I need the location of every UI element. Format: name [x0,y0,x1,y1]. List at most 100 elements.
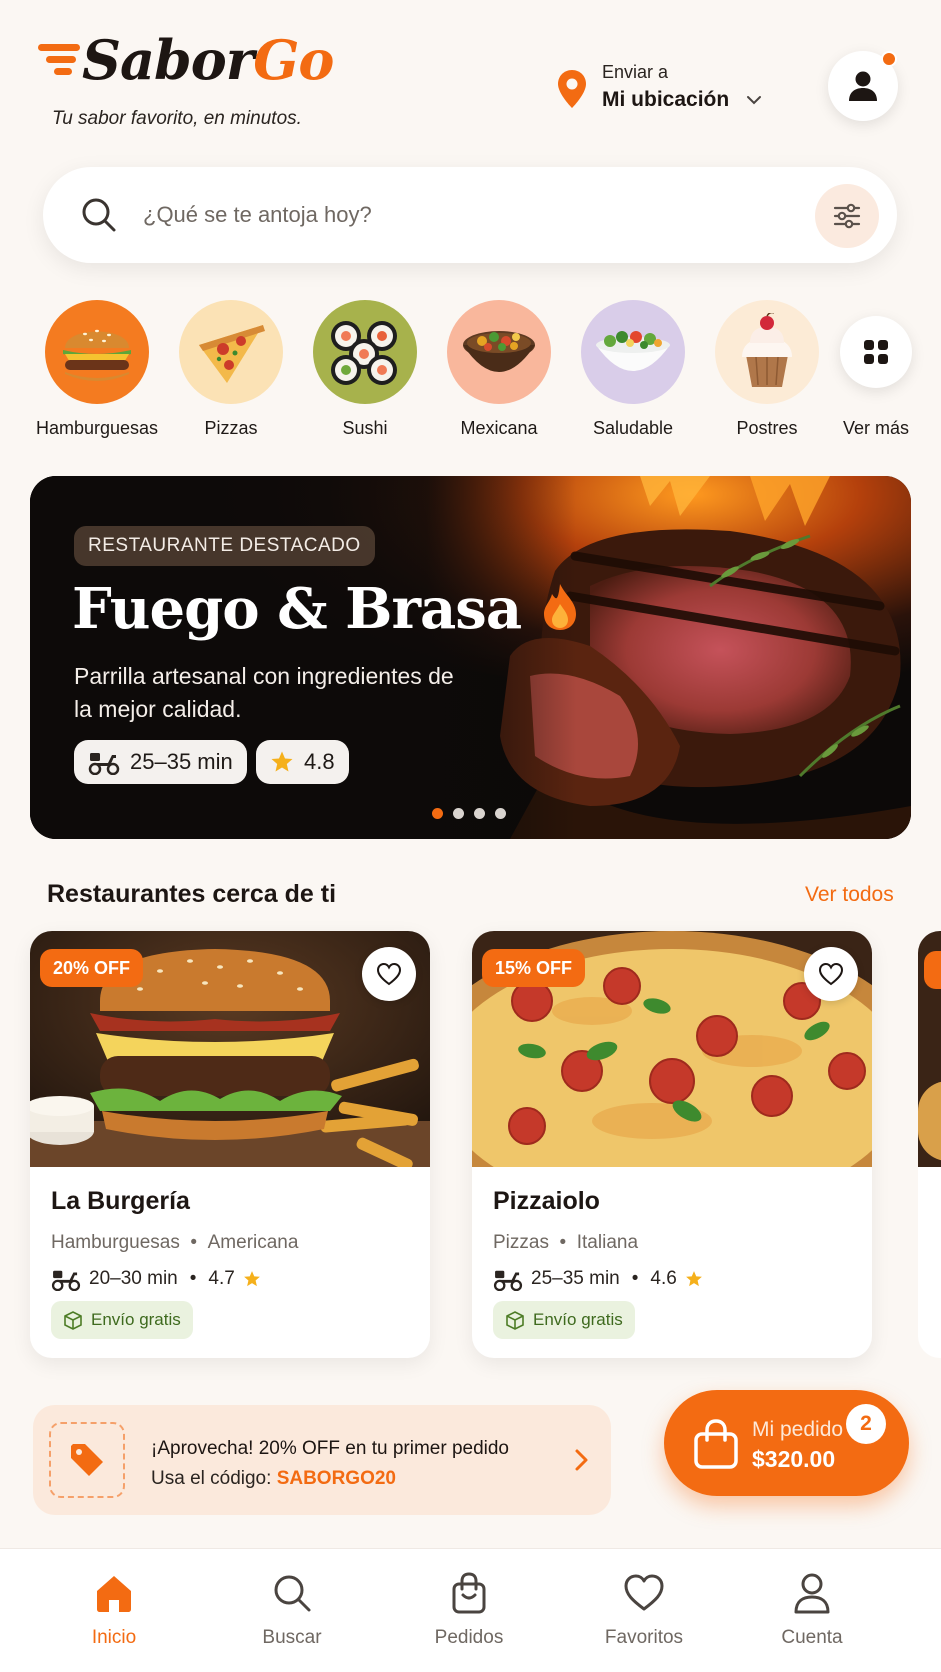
box-icon [64,1311,82,1330]
carousel-dots [432,808,506,819]
restaurant-name: La Burgería [51,1187,190,1215]
nav-buscar[interactable]: Buscar [222,1571,362,1657]
bottom-navigation: Inicio Buscar Pedidos Favoritos Cuenta [0,1548,941,1672]
category-mexicana[interactable]: Mexicana [433,300,565,445]
promo-banner[interactable]: ¡Aprovecha! 20% OFF en tu primer pedido … [33,1405,611,1515]
search-bar [43,167,897,263]
logo-speed-lines-icon [38,44,86,78]
category-label: Pizzas [204,418,258,438]
category-pizzas[interactable]: Pizzas [165,300,297,445]
promo-title: ¡Aprovecha! 20% OFF en tu primer pedido [151,1438,510,1459]
carousel-dot[interactable] [453,808,464,819]
free-delivery-badge: Envío gratis [51,1301,193,1339]
nav-favoritos[interactable]: Favoritos [574,1571,714,1657]
location-label: Enviar a [602,62,669,82]
heart-icon [624,1574,664,1611]
logo: SaborGo [38,28,338,105]
home-icon [97,1576,131,1612]
box-icon [506,1311,524,1330]
search-input[interactable] [143,195,743,235]
delivery-time: 20–30 min [89,1268,178,1289]
hero-subtitle: Parrilla artesanal con ingredientes de l… [74,663,454,722]
star-icon [243,1271,260,1287]
carousel-dot[interactable] [474,808,485,819]
category-ver-mas[interactable]: Ver más [816,300,936,445]
carousel-dot[interactable] [432,808,443,819]
nav-label: Buscar [262,1627,322,1648]
location-value: Mi ubicación [602,88,730,111]
restaurant-meta: 20–30 min • 4.7 [51,1267,261,1291]
category-hamburguesas[interactable]: Hamburguesas [31,300,163,445]
scooter-icon [493,1270,523,1291]
heart-icon [818,962,844,986]
promo-code: SABORGO20 [276,1468,396,1489]
heart-icon [376,962,402,986]
category-saludable[interactable]: Saludable [567,300,699,445]
restaurant-name: Pizzaiolo [493,1187,600,1215]
category-label: Saludable [592,418,674,438]
fire-icon [543,584,576,630]
favorite-button[interactable] [804,947,858,1001]
discount-badge: 15% OFF [482,949,586,987]
search-icon [274,1575,311,1612]
cart-button[interactable]: Mi pedido $320.00 2 [664,1390,909,1496]
restaurant-card-pizzaiolo[interactable]: 15% OFF Pizzaiolo Pizzas • Italiana 25–3… [472,931,872,1358]
sliders-icon [833,203,861,229]
location-selector[interactable]: Enviar a Mi ubicación [556,60,776,120]
chevron-down-icon [747,96,761,105]
pizza-icon [179,300,283,404]
favorite-button[interactable] [362,947,416,1001]
rating-pill: 4.8 [256,740,349,784]
sushi-icon [313,300,417,404]
promo-code-line: Usa el código: SABORGO20 [151,1468,396,1489]
hero-title: Fuego & Brasa [72,576,580,642]
see-all-link[interactable]: Ver todos [805,883,894,907]
restaurant-tags: Hamburguesas • Americana [51,1232,299,1253]
notification-dot [881,51,897,67]
star-icon [685,1271,702,1287]
restaurant-tags: Pizzas • Italiana [493,1232,639,1253]
restaurant-meta: 25–35 min • 4.6 [493,1267,703,1291]
scooter-icon [51,1270,81,1291]
cart-total: $320.00 [752,1446,836,1472]
cart-label: Mi pedido [752,1418,844,1441]
category-label: Ver más [842,418,910,438]
rating-value: 4.8 [304,749,335,774]
cupcake-icon [715,300,819,404]
category-label: Postres [736,418,798,438]
nav-inicio[interactable]: Inicio [44,1571,184,1657]
delivery-time: 25–35 min [130,749,233,774]
category-label: Mexicana [460,418,538,438]
burger-icon [45,300,149,404]
featured-badge: RESTAURANTE DESTACADO [74,526,375,566]
rating-value: 4.6 [650,1268,677,1289]
free-delivery-badge: Envío gratis [493,1301,635,1339]
nav-label: Inicio [91,1627,137,1648]
scooter-icon [88,753,120,775]
user-icon [794,1573,830,1614]
salad-icon [581,300,685,404]
grid-icon [840,316,912,388]
location-pin-icon [558,70,586,108]
nav-label: Cuenta [781,1627,843,1648]
featured-restaurant-banner[interactable]: RESTAURANTE DESTACADO Fuego & Brasa Parr… [30,476,911,839]
category-postres[interactable]: Postres [701,300,833,445]
restaurant-card-la-burgeria[interactable]: 20% OFF La Burgería Hamburguesas • Ameri… [30,931,430,1358]
tag-icon-frame [49,1422,125,1498]
category-label: Sushi [342,418,388,438]
carousel-dot[interactable] [495,808,506,819]
user-icon [849,71,877,101]
bag-icon [452,1572,486,1614]
restaurant-card-peek[interactable] [918,931,941,1358]
filter-button[interactable] [815,184,879,248]
tagline: Tu sabor favorito, en minutos. [52,108,302,129]
rating-value: 4.7 [208,1268,235,1289]
nav-cuenta[interactable]: Cuenta [742,1571,882,1657]
search-icon [82,198,116,232]
price-tag-icon [71,1444,103,1476]
category-sushi[interactable]: Sushi [299,300,431,445]
delivery-time-pill: 25–35 min [74,740,247,784]
section-title: Restaurantes cerca de ti [47,880,337,908]
star-icon [271,751,293,772]
nav-pedidos[interactable]: Pedidos [399,1571,539,1657]
